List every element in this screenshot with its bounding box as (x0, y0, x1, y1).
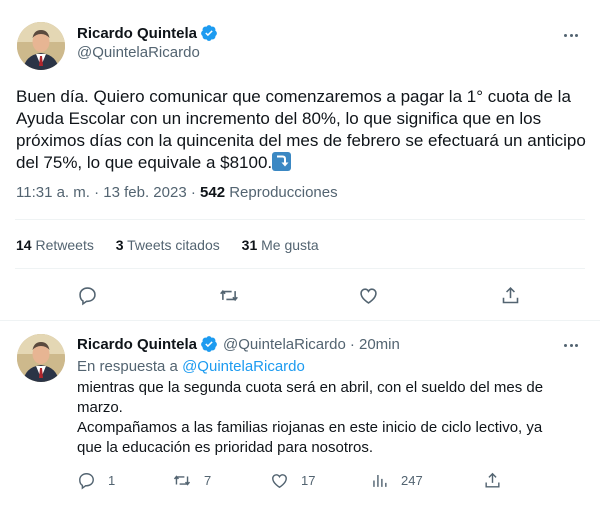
retweet-icon (220, 289, 238, 302)
avatar[interactable] (17, 22, 65, 70)
verified-badge-icon (200, 24, 218, 42)
tweet-text: Buen día. Quiero comunicar que comenzare… (16, 86, 592, 174)
divider (15, 268, 585, 269)
reply-icon (79, 287, 96, 306)
like-count: 17 (301, 473, 316, 488)
like-button[interactable]: 17 (270, 471, 315, 490)
retweet-count: 7 (204, 473, 212, 488)
share-button[interactable] (500, 285, 521, 306)
more-options-icon[interactable] (560, 334, 582, 356)
author-name-row: Ricardo Quintela (77, 24, 218, 42)
views-count: 542 (200, 184, 226, 201)
tweet-timestamp[interactable]: 11:31 a. m. · 13 feb. 2023 · (16, 184, 196, 201)
views-button[interactable]: 247 (370, 471, 423, 490)
in-reply-to: En respuesta a @QuintelaRicardo (77, 358, 305, 375)
reply-count: 1 (108, 473, 116, 488)
tweet-meta: 11:31 a. m. · 13 feb. 2023 · 542 Reprodu… (16, 184, 338, 201)
author-block: Ricardo Quintela @QuintelaRicardo (77, 24, 218, 61)
reply-text-line: marzo. (77, 399, 123, 416)
heart-icon (272, 474, 287, 489)
tweet-timestamp[interactable]: · 20min (350, 336, 400, 353)
reply-button[interactable] (77, 285, 98, 306)
in-reply-to-handle[interactable]: @QuintelaRicardo (182, 358, 305, 375)
in-reply-to-prefix: En respuesta a (77, 358, 178, 375)
heart-icon (360, 288, 377, 304)
share-icon (485, 472, 500, 488)
divider (15, 219, 585, 220)
likes-stat[interactable]: 31 Me gusta (242, 237, 319, 253)
reply-icon (79, 473, 94, 490)
share-icon (502, 286, 519, 304)
avatar[interactable] (17, 334, 65, 382)
reply-text-line: Acompañamos a las familias riojanas en e… (77, 419, 543, 436)
divider (0, 320, 600, 321)
retweets-stat[interactable]: 14 Retweets (16, 237, 94, 253)
reply-text-line: mientras que la segunda cuota será en ab… (77, 379, 544, 396)
like-button[interactable] (358, 285, 379, 306)
quotes-stat[interactable]: 3 Tweets citados (116, 237, 220, 253)
engagement-stats: 14 Retweets 3 Tweets citados 31 Me gusta (16, 237, 337, 253)
retweet-button[interactable]: 7 (172, 471, 211, 490)
reply-text: mientras que la segunda cuota será en ab… (77, 378, 592, 458)
share-button[interactable] (483, 471, 502, 490)
author-name[interactable]: Ricardo Quintela (77, 25, 197, 42)
retweet-icon (173, 475, 191, 486)
author-name[interactable]: Ricardo Quintela (77, 336, 197, 353)
views-chart-icon (373, 474, 387, 487)
reply-text-line: que la educación es prioridad para nosot… (77, 439, 374, 456)
author-handle[interactable]: @QuintelaRicardo (77, 44, 218, 61)
views-label: Reproducciones (229, 184, 338, 201)
tweet-text-body: Buen día. Quiero comunicar que comenzare… (16, 87, 586, 172)
reply-author-row: Ricardo Quintela @QuintelaRicardo · 20mi… (77, 335, 400, 353)
arrow-heading-down-icon (272, 152, 292, 171)
verified-badge-icon (200, 335, 218, 353)
reply-button[interactable]: 1 (77, 471, 115, 490)
more-options-icon[interactable] (560, 24, 582, 46)
author-handle[interactable]: @QuintelaRicardo (223, 336, 346, 353)
views-count: 247 (401, 473, 423, 488)
retweet-button[interactable] (218, 285, 240, 306)
